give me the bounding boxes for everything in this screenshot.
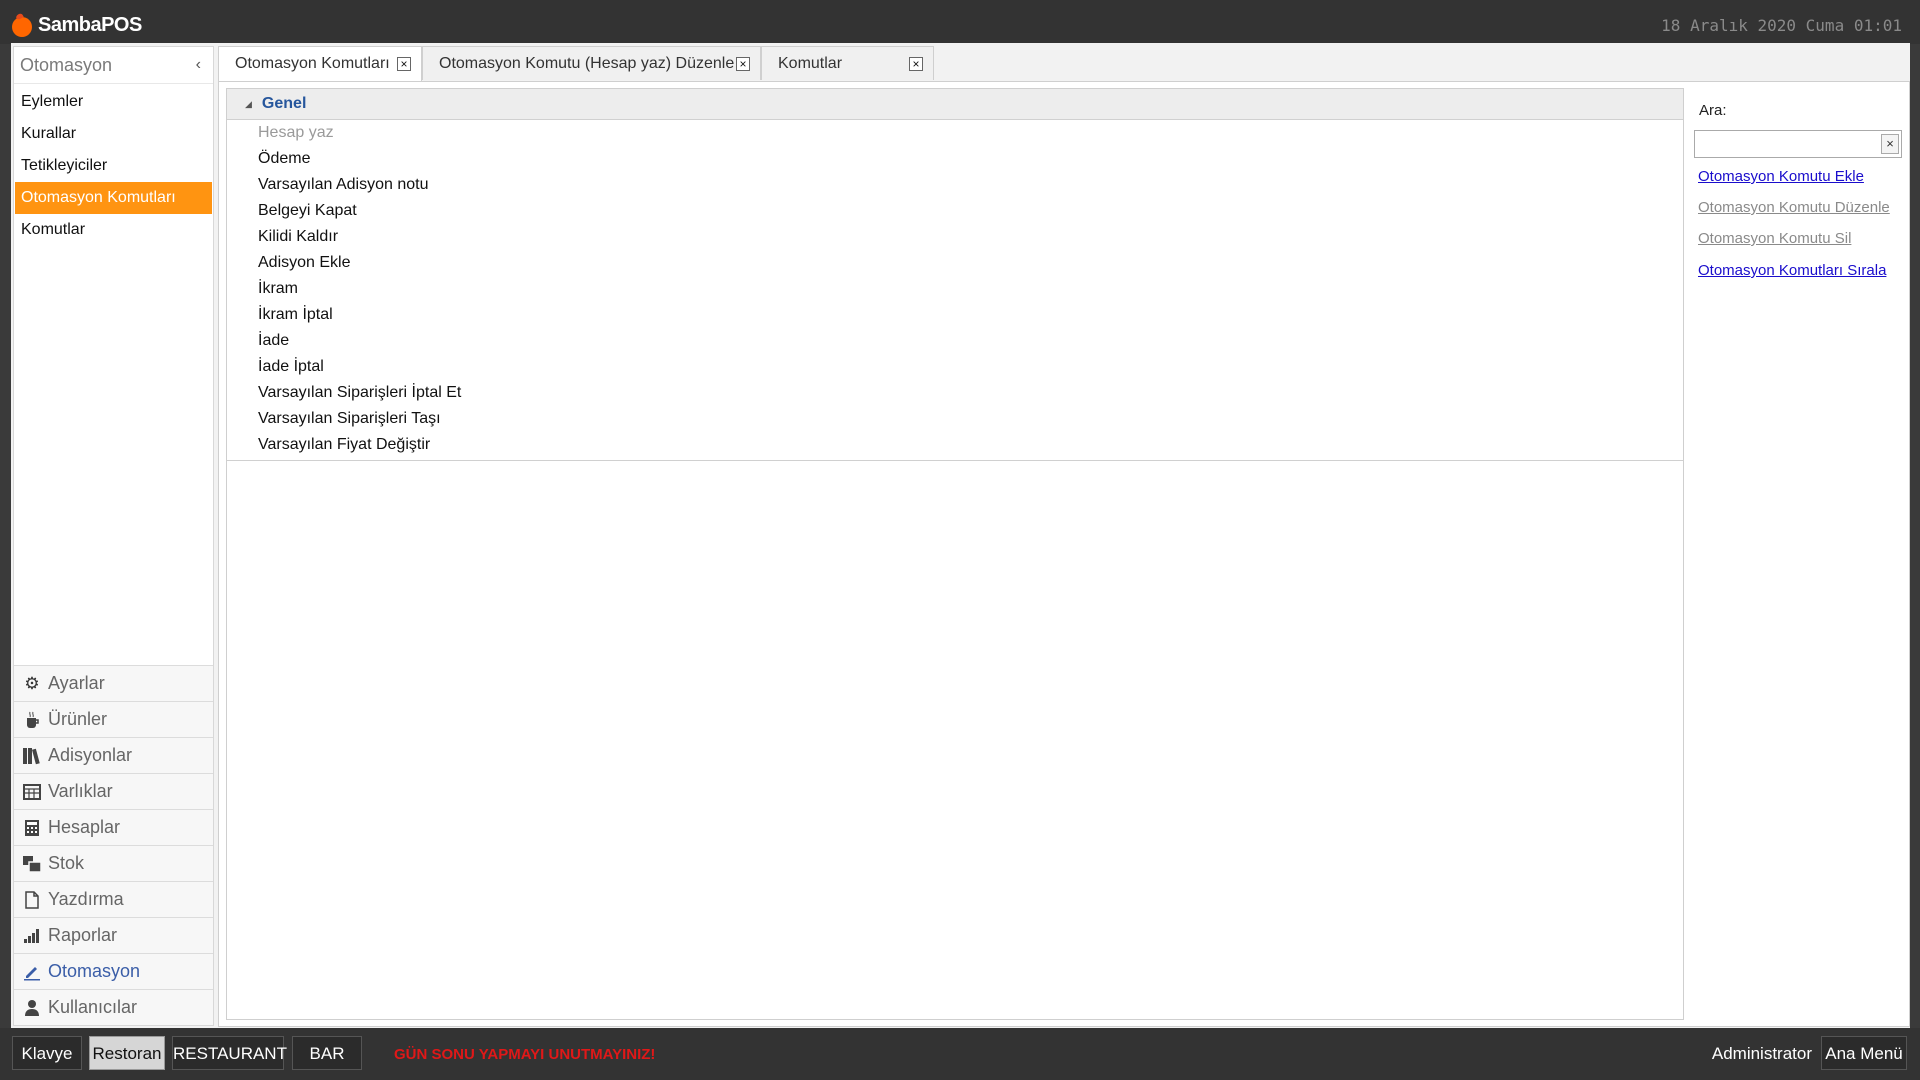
sidebar-item-eylemler[interactable]: Eylemler [15,86,212,118]
section-varliklar[interactable]: Varlıklar [14,773,213,809]
section-label: Hesaplar [48,817,121,837]
clear-icon[interactable]: × [1881,134,1899,154]
sidebar-header: Otomasyon ‹ [14,47,213,84]
list-item[interactable]: Varsayılan Fiyat Değiştir [227,432,1683,458]
search-label: Ara: [1699,102,1727,119]
tab-otomasyon-komutlari[interactable]: Otomasyon Komutları × [218,46,422,82]
section-yazdirma[interactable]: Yazdırma [14,881,213,917]
section-kullanicilar[interactable]: Kullanıcılar [14,989,213,1025]
sidebar-item-tetikleyiciler[interactable]: Tetikleyiciler [15,150,212,182]
edit-command-link[interactable]: Otomasyon Komutu Düzenle [1698,199,1890,216]
app-name: SambaPOS [38,14,142,36]
close-icon[interactable]: × [736,57,750,71]
section-label: Varlıklar [48,781,113,801]
delete-command-link[interactable]: Otomasyon Komutu Sil [1698,230,1851,247]
restoran-button[interactable]: Restoran [89,1036,165,1070]
datetime-display: 18 Aralık 2020 Cuma 01:01 [1661,16,1902,35]
command-list: ◢ Genel Hesap yaz Ödeme Varsayılan Adisy… [226,88,1684,1020]
app-window: Otomasyon ‹ Eylemler Kurallar Tetikleyic… [11,43,1910,1028]
current-user: Administrator [1711,1044,1812,1063]
gear-icon: ⚙ [24,673,40,693]
section-label: Stok [48,853,85,873]
list-item[interactable]: Hesap yaz [227,120,1683,146]
list-item[interactable]: Ödeme [227,146,1683,172]
section-label: Raporlar [48,925,118,945]
tab-label: Otomasyon Komutu (Hesap yaz) Düzenle [439,55,735,72]
coffee-cup-icon [22,710,42,730]
section-otomasyon[interactable]: Otomasyon [14,953,213,989]
close-icon[interactable]: × [909,57,923,71]
sidebar-item-kurallar[interactable]: Kurallar [15,118,212,150]
restaurant-button[interactable]: RESTAURANT [172,1036,287,1070]
section-urunler[interactable]: Ürünler [14,701,213,737]
app-logo: SambaPOS [12,10,142,37]
section-raporlar[interactable]: Raporlar [14,917,213,953]
list-item[interactable]: İkram [227,276,1683,302]
table-icon [22,782,42,802]
tab-komutlar[interactable]: Komutlar × [761,46,934,80]
list-item[interactable]: İade [227,328,1683,354]
section-hesaplar[interactable]: Hesaplar [14,809,213,845]
section-adisyonlar[interactable]: Adisyonlar [14,737,213,773]
tab-otomasyon-komutu-duzenle[interactable]: Otomasyon Komutu (Hesap yaz) Düzenle × [422,46,761,80]
add-command-link[interactable]: Otomasyon Komutu Ekle [1698,168,1864,185]
chevron-left-icon[interactable]: ‹ [196,47,201,83]
group-header[interactable]: ◢ Genel [227,89,1683,120]
collapse-triangle-icon[interactable]: ◢ [245,99,252,110]
group-title: Genel [261,95,307,112]
sidebar-item-otomasyon-komutlari[interactable]: Otomasyon Komutları [15,182,212,214]
sidebar-item-komutlar[interactable]: Komutlar [15,214,212,246]
sambapos-logo-icon [12,12,32,37]
list-item[interactable]: Adisyon Ekle [227,250,1683,276]
keyboard-button[interactable]: Klavye [12,1036,82,1070]
boxes-icon [22,854,42,874]
list-item[interactable]: Kilidi Kaldır [227,224,1683,250]
pencil-icon [22,962,42,982]
section-label: Kullanıcılar [48,997,138,1017]
action-panel: Ara: × Otomasyon Komutu Ekle Otomasyon K… [1691,88,1903,1020]
section-stok[interactable]: Stok [14,845,213,881]
list-item[interactable]: Varsayılan Siparişleri Taşı [227,406,1683,432]
calculator-icon [22,818,42,838]
section-label: Ayarlar [48,673,105,693]
list-item[interactable]: Belgeyi Kapat [227,198,1683,224]
section-ayarlar[interactable]: ⚙ Ayarlar [14,665,213,701]
section-label: Adisyonlar [48,745,133,765]
list-item[interactable]: İade İptal [227,354,1683,380]
section-list: ⚙ Ayarlar Ürünler Adisyonlar Varlıklar H… [14,665,213,1025]
title-bar: SambaPOS 18 Aralık 2020 Cuma 01:01 [0,0,1920,44]
list-item[interactable]: Varsayılan Siparişleri İptal Et [227,380,1683,406]
document-icon [22,890,42,910]
books-icon [22,746,42,766]
tab-bar: Otomasyon Komutları × Otomasyon Komutu (… [218,46,1910,82]
tab-content: ◢ Genel Hesap yaz Ödeme Varsayılan Adisy… [218,81,1910,1027]
status-bar: Klavye Restoran RESTAURANT BAR GÜN SONU … [0,1028,1920,1080]
section-label: Ürünler [48,709,108,729]
sort-commands-link[interactable]: Otomasyon Komutları Sırala [1698,262,1886,279]
tab-label: Otomasyon Komutları [235,55,390,72]
list-item[interactable]: İkram İptal [227,302,1683,328]
tab-label: Komutlar [778,55,843,72]
main-menu-button[interactable]: Ana Menü [1821,1036,1907,1070]
user-icon [22,998,42,1018]
section-label: Yazdırma [48,889,124,909]
search-input[interactable]: × [1694,130,1902,158]
group-rows: Hesap yaz Ödeme Varsayılan Adisyon notu … [227,120,1683,461]
bar-chart-icon [22,926,42,946]
close-icon[interactable]: × [397,57,411,71]
list-item[interactable]: Varsayılan Adisyon notu [227,172,1683,198]
bar-button[interactable]: BAR [292,1036,362,1070]
sidebar: Otomasyon ‹ Eylemler Kurallar Tetikleyic… [13,46,214,1026]
sidebar-nav: Eylemler Kurallar Tetikleyiciler Otomasy… [14,84,213,246]
sidebar-title: Otomasyon [20,55,113,75]
section-label: Otomasyon [48,961,141,981]
end-of-day-warning: GÜN SONU YAPMAYI UNUTMAYINIZ! [394,1046,656,1063]
